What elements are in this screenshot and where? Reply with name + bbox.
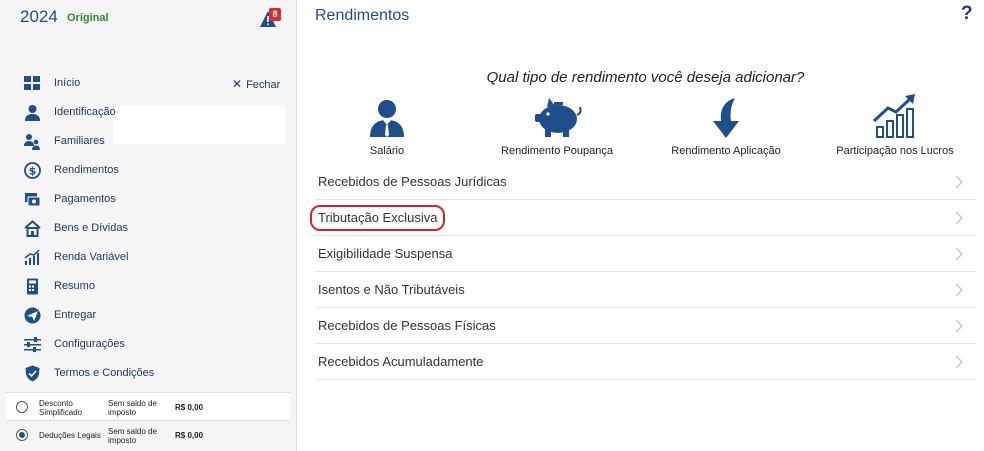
sidebar-item-label: Renda Variável [54,251,129,263]
sidebar-item-label: Início [54,77,81,89]
sidebar-item-identificacao[interactable]: Identificação [0,98,297,127]
sidebar-item-configuracoes[interactable]: Configurações [0,330,297,359]
payment-icon [25,193,41,207]
list-item-label: Tributação Exclusiva [318,210,438,225]
category-label: Participação nos Lucros [836,145,954,157]
sidebar-item-termos[interactable]: Termos e Condições [0,359,297,388]
sidebar-item-label: Entregar [54,309,97,321]
list-item-acumuladamente[interactable]: Recebidos Acumuladamente [315,344,976,380]
chevron-right-icon [955,175,964,189]
grid-icon [24,76,40,90]
list-item-label: Recebidos de Pessoas Jurídicas [318,174,507,189]
send-icon [24,307,41,324]
growth-chart-icon [872,94,915,138]
option-name: Desconto Simplificado [39,399,83,417]
sidebar: 2024 Original 8 ✕ Fechar Início Identific… [0,0,297,451]
option-value: R$ 0,00 [175,403,204,412]
option-deducoes-legais[interactable]: Deduções Legais Sem saldo de imposto R$ … [6,420,290,448]
category-label: Rendimento Poupança [501,145,613,157]
piggy-bank-icon [535,98,582,137]
option-status: Sem saldo de imposto [108,427,157,445]
sidebar-item-label: Termos e Condições [54,367,155,379]
option-value: R$ 0,00 [175,431,204,440]
radio-button[interactable] [16,401,28,413]
sidebar-item-inicio[interactable]: Início [0,69,297,98]
help-button[interactable]: ? [961,3,973,25]
list-item-tributacao-exclusiva[interactable]: Tributação Exclusiva [315,200,976,236]
house-icon [24,220,41,237]
arrow-down-icon [713,98,739,138]
category-label: Salário [369,145,405,157]
income-type-list: Recebidos de Pessoas Jurídicas Tributaçã… [315,164,976,380]
calculator-icon [27,278,38,295]
list-item-label: Isentos e Não Tributáveis [318,282,465,297]
sidebar-item-label: Identificação [54,106,116,118]
sidebar-item-familiares[interactable]: Familiares [0,127,297,156]
chevron-right-icon [955,355,964,369]
sidebar-item-label: Resumo [54,280,95,292]
radio-button-selected[interactable] [16,429,28,441]
chart-icon [24,249,40,265]
sidebar-item-rendimentos[interactable]: $ Rendimentos [0,156,297,185]
year-label: 2024 [20,7,58,26]
chevron-right-icon [955,247,964,261]
tax-summary: Desconto Simplificado Sem saldo de impos… [6,392,290,448]
dollar-icon: $ [24,162,41,179]
list-item-pessoas-juridicas[interactable]: Recebidos de Pessoas Jurídicas [315,164,976,200]
category-participacao-lucros[interactable]: Participação nos Lucros [815,94,975,159]
worker-icon [370,100,404,137]
sliders-icon [24,337,41,352]
question-heading: Qual tipo de rendimento você deseja adic… [486,69,805,86]
sidebar-item-label: Familiares [54,135,105,147]
page-title: Rendimentos [315,7,410,24]
alert-count-badge[interactable]: 8 [269,8,281,21]
version-label: Original [67,12,109,24]
sidebar-item-resumo[interactable]: Resumo [0,272,297,301]
sidebar-item-label: Pagamentos [54,193,116,205]
svg-text:$: $ [29,165,37,178]
list-item-pessoas-fisicas[interactable]: Recebidos de Pessoas Físicas [315,308,976,344]
family-icon [24,134,40,150]
sidebar-item-label: Configurações [54,338,125,350]
list-item-exigibilidade-suspensa[interactable]: Exigibilidade Suspensa [315,236,976,272]
chevron-right-icon [955,283,964,297]
option-desconto-simplificado[interactable]: Desconto Simplificado Sem saldo de impos… [6,392,290,420]
sidebar-item-entregar[interactable]: Entregar [0,301,297,330]
sidebar-item-label: Rendimentos [54,164,119,176]
chevron-right-icon [955,211,964,225]
sidebar-item-bens-dividas[interactable]: Bens e Dívidas [0,214,297,243]
list-item-label: Recebidos de Pessoas Físicas [318,318,496,333]
category-label: Rendimento Aplicação [671,145,781,157]
category-rendimento-aplicacao[interactable]: Rendimento Aplicação [646,97,806,159]
shield-icon [25,365,40,382]
category-rendimento-poupanca[interactable]: Rendimento Poupança [477,97,637,159]
list-item-label: Recebidos Acumuladamente [318,354,484,369]
option-name: Deduções Legais [39,431,101,440]
sidebar-item-pagamentos[interactable]: Pagamentos [0,185,297,214]
list-item-isentos[interactable]: Isentos e Não Tributáveis [315,272,976,308]
chevron-right-icon [955,319,964,333]
person-icon [25,105,40,121]
option-status: Sem saldo de imposto [108,399,157,417]
sidebar-item-renda-variavel[interactable]: Renda Variável [0,243,297,272]
sidebar-item-label: Bens e Dívidas [54,222,128,234]
list-item-label: Exigibilidade Suspensa [318,246,453,261]
category-salario[interactable]: Salário [307,97,467,159]
